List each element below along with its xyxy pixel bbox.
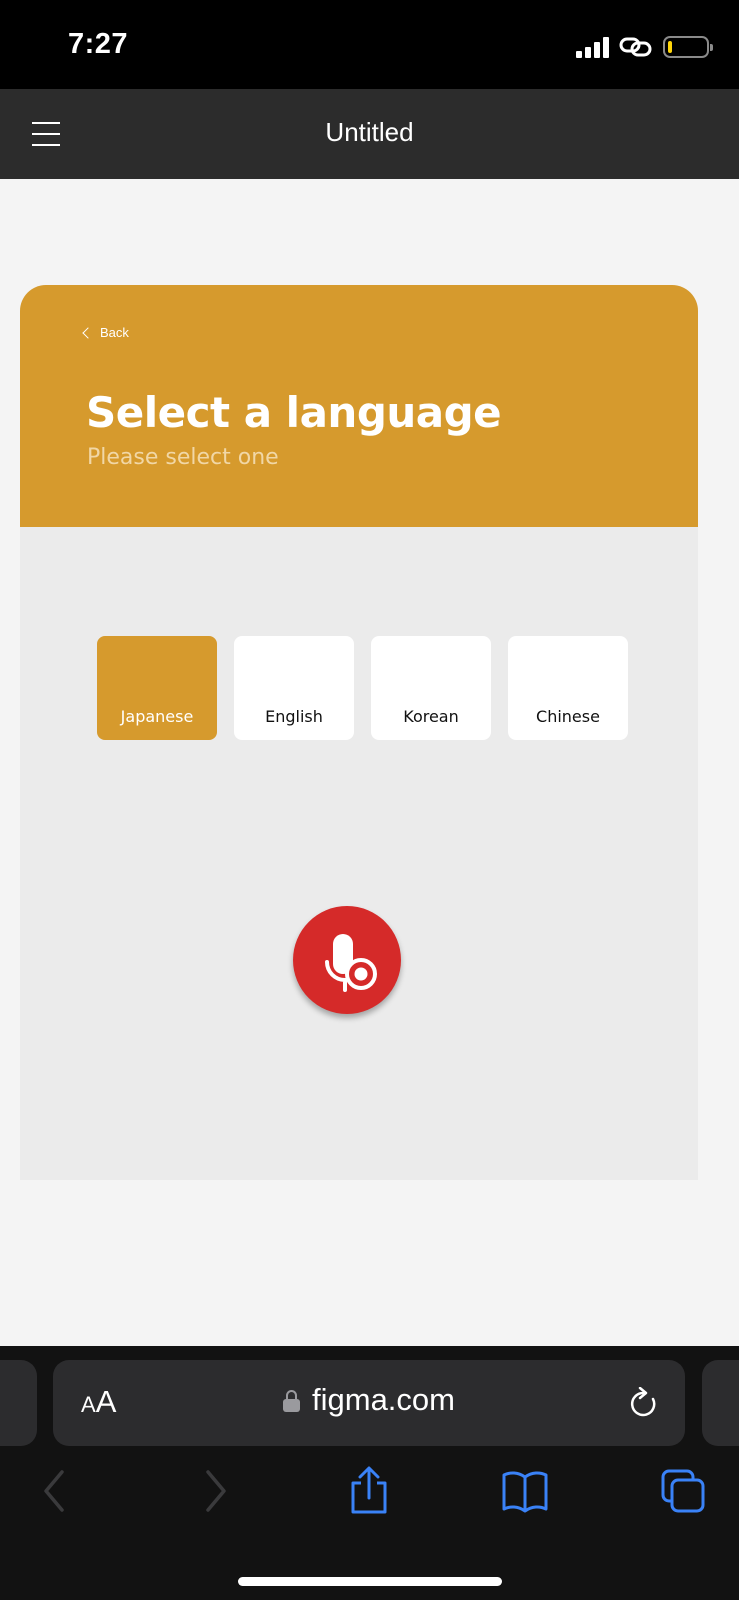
language-option-chinese[interactable]: Chinese <box>508 636 628 740</box>
status-time: 7:27 <box>68 28 129 60</box>
home-indicator <box>238 1577 502 1586</box>
cellular-signal-icon <box>576 36 609 58</box>
battery-icon <box>663 36 713 58</box>
url-text: figma.com <box>312 1382 455 1417</box>
bookmarks-icon[interactable] <box>500 1466 550 1516</box>
address-bar[interactable]: AA figma.com <box>53 1360 685 1446</box>
back-link[interactable]: Back <box>82 325 129 340</box>
browser-toolbar <box>0 1466 739 1526</box>
page-title: Select a language <box>86 388 502 437</box>
battery-fill <box>668 41 672 53</box>
language-option-korean[interactable]: Korean <box>371 636 491 740</box>
status-icons <box>576 34 713 60</box>
record-voice-button[interactable] <box>293 906 401 1014</box>
reload-icon[interactable] <box>629 1387 659 1419</box>
page-subtitle: Please select one <box>87 445 279 470</box>
language-select-frame: Back Select a language Please select one… <box>20 285 698 1180</box>
personal-hotspot-icon <box>619 37 652 57</box>
browser-bottom-bar: AA figma.com <box>0 1346 739 1600</box>
language-option-japanese[interactable]: Japanese <box>97 636 217 740</box>
url-display: figma.com <box>53 1382 685 1418</box>
back-arrow-icon[interactable] <box>30 1466 80 1516</box>
frame-header: Back Select a language Please select one <box>20 285 698 527</box>
back-label: Back <box>100 325 129 340</box>
tabs-icon[interactable] <box>658 1466 708 1516</box>
language-label: Japanese <box>120 707 194 726</box>
forward-arrow-icon[interactable] <box>190 1466 240 1516</box>
lock-icon <box>283 1390 300 1412</box>
language-options: Japanese English Korean Chinese <box>97 636 628 740</box>
status-bar: 7:27 <box>0 0 739 89</box>
share-icon[interactable] <box>344 1466 394 1516</box>
microphone-record-icon <box>325 934 377 992</box>
language-option-english[interactable]: English <box>234 636 354 740</box>
language-label: Korean <box>403 707 459 726</box>
previous-tab-preview[interactable] <box>0 1360 37 1446</box>
app-header: Untitled <box>0 89 739 179</box>
language-label: Chinese <box>536 707 600 726</box>
language-label: English <box>265 707 323 726</box>
chevron-left-icon <box>82 327 94 339</box>
document-title: Untitled <box>325 117 414 147</box>
next-tab-preview[interactable] <box>702 1360 739 1446</box>
